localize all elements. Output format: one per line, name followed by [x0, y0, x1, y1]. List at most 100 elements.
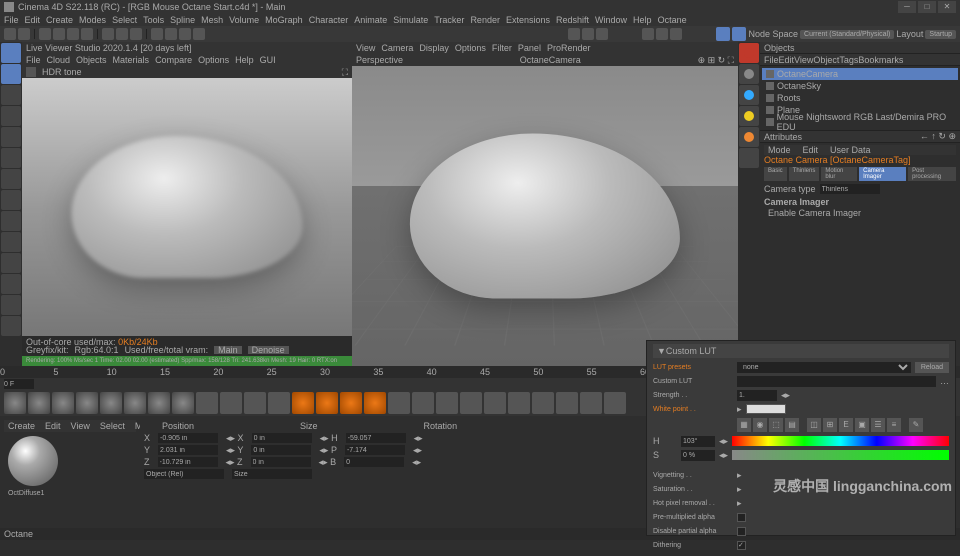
palette-icon-15[interactable] — [364, 392, 386, 414]
uv-tool-icon[interactable] — [1, 127, 21, 147]
t3-tool-icon[interactable] — [1, 253, 21, 273]
menu-tracker[interactable]: Tracker — [434, 15, 464, 25]
lv-menu-objects[interactable]: Objects — [76, 55, 107, 65]
picker5-icon[interactable]: ◫ — [807, 418, 821, 432]
palette-icon-16[interactable] — [388, 392, 410, 414]
maximize-icon[interactable]: □ — [918, 1, 936, 13]
nav1-icon[interactable] — [568, 28, 580, 40]
pv-menu-display[interactable]: Display — [419, 43, 449, 53]
attr-menu-user data[interactable]: User Data — [830, 145, 871, 155]
pal-menu-create[interactable]: Create — [8, 421, 35, 431]
sat-input[interactable] — [681, 450, 715, 461]
point-tool-icon[interactable] — [1, 106, 21, 126]
obj-menu-tags[interactable]: Tags — [839, 55, 858, 65]
render-settings-icon[interactable] — [193, 28, 205, 40]
lv-menu-file[interactable]: File — [26, 55, 41, 65]
palette-icon-13[interactable] — [316, 392, 338, 414]
pos-x[interactable] — [158, 433, 218, 443]
denoise-button[interactable]: Denoise — [248, 346, 289, 354]
attr-tab[interactable]: Motion blur — [821, 167, 857, 181]
strength-input[interactable] — [737, 390, 777, 401]
lv-tool-icon[interactable] — [26, 67, 36, 77]
octane-tool1-icon[interactable] — [739, 64, 759, 84]
pal-menu-view[interactable]: View — [71, 421, 90, 431]
menu-help[interactable]: Help — [633, 15, 652, 25]
viewport-nav-icon[interactable]: ⊕ ⊞ ↻ ⛶ — [698, 55, 734, 66]
menu-tools[interactable]: Tools — [143, 15, 164, 25]
minimize-icon[interactable]: ─ — [898, 1, 916, 13]
nodespace-value[interactable]: Current (Standard/Physical) — [800, 30, 894, 39]
palette-icon-11[interactable] — [268, 392, 290, 414]
tree-item[interactable]: OctaneSky — [762, 80, 958, 92]
screen3-icon[interactable] — [670, 28, 682, 40]
gear-icon[interactable] — [716, 27, 730, 41]
nav3-icon[interactable] — [596, 28, 608, 40]
liveviewer-viewport[interactable] — [22, 78, 352, 336]
palette-icon-2[interactable] — [52, 392, 74, 414]
eyedropper-icon[interactable]: ✎ — [909, 418, 923, 432]
hue-input[interactable] — [681, 436, 715, 447]
octane-light-icon[interactable] — [739, 106, 759, 126]
nav2-icon[interactable] — [582, 28, 594, 40]
whitepoint-swatch[interactable] — [746, 404, 786, 414]
t6-tool-icon[interactable] — [1, 316, 21, 336]
screen1-icon[interactable] — [642, 28, 654, 40]
menu-spline[interactable]: Spline — [170, 15, 195, 25]
t4-tool-icon[interactable] — [1, 274, 21, 294]
palette-icon-1[interactable] — [28, 392, 50, 414]
palette-icon-12[interactable] — [292, 392, 314, 414]
pv-menu-filter[interactable]: Filter — [492, 43, 512, 53]
camera-label[interactable]: OctaneCamera — [520, 55, 581, 65]
coord-mode[interactable] — [144, 469, 224, 479]
octane-tool2-icon[interactable] — [739, 85, 759, 105]
rot-p[interactable] — [345, 445, 405, 455]
palette-icon-10[interactable] — [244, 392, 266, 414]
menu-extensions[interactable]: Extensions — [506, 15, 550, 25]
pal-menu-edit[interactable]: Edit — [45, 421, 61, 431]
poly-tool-icon[interactable] — [1, 85, 21, 105]
gear2-icon[interactable] — [732, 27, 746, 41]
lv-menu-materials[interactable]: Materials — [113, 55, 150, 65]
tree-item[interactable]: Mouse Nightsword RGB Last/Demira PRO EDU — [762, 116, 958, 128]
tree-item[interactable]: OctaneCamera — [762, 68, 958, 80]
pv-menu-view[interactable]: View — [356, 43, 375, 53]
pos-y[interactable] — [158, 445, 218, 455]
material-name[interactable]: OctDiffuse1 — [4, 490, 136, 497]
axis-x-icon[interactable] — [102, 28, 114, 40]
menu-create[interactable]: Create — [46, 15, 73, 25]
obj-menu-view[interactable]: View — [794, 55, 813, 65]
pos-z[interactable] — [158, 457, 218, 467]
layout-value[interactable]: Startup — [925, 30, 956, 39]
attr-menu-edit[interactable]: Edit — [803, 145, 819, 155]
palette-icon-18[interactable] — [436, 392, 458, 414]
palette-icon-7[interactable] — [172, 392, 194, 414]
lut-section-header[interactable]: ▼Custom LUT — [653, 344, 949, 358]
edge-tool-icon[interactable] — [1, 64, 21, 84]
picker9-icon[interactable]: ☰ — [871, 418, 885, 432]
picker3-icon[interactable]: ⬚ — [769, 418, 783, 432]
obj-menu-object[interactable]: Object — [813, 55, 839, 65]
octane-tool4-icon[interactable] — [739, 148, 759, 168]
octane-camera-icon[interactable] — [739, 43, 759, 63]
attr-tab[interactable]: Thinlens — [789, 167, 820, 181]
menu-window[interactable]: Window — [595, 15, 627, 25]
render-icon[interactable] — [165, 28, 177, 40]
picker2-icon[interactable]: ◉ — [753, 418, 767, 432]
lut-presets-select[interactable]: none — [737, 362, 911, 373]
pv-menu-camera[interactable]: Camera — [381, 43, 413, 53]
menu-modes[interactable]: Modes — [79, 15, 106, 25]
camtype-select[interactable] — [820, 184, 880, 194]
size-y[interactable] — [251, 445, 311, 455]
picker10-icon[interactable]: ≡ — [887, 418, 901, 432]
palette-icon-20[interactable] — [484, 392, 506, 414]
work-tool-icon[interactable] — [1, 190, 21, 210]
palette-icon-9[interactable] — [220, 392, 242, 414]
render-region-icon[interactable] — [179, 28, 191, 40]
picker6-icon[interactable]: ⊞ — [823, 418, 837, 432]
menu-mograph[interactable]: MoGraph — [265, 15, 303, 25]
obj-menu-file[interactable]: File — [764, 55, 779, 65]
menu-octane[interactable]: Octane — [658, 15, 687, 25]
palette-icon-8[interactable] — [196, 392, 218, 414]
attr-tab[interactable]: Basic — [764, 167, 787, 181]
palette-icon-6[interactable] — [148, 392, 170, 414]
